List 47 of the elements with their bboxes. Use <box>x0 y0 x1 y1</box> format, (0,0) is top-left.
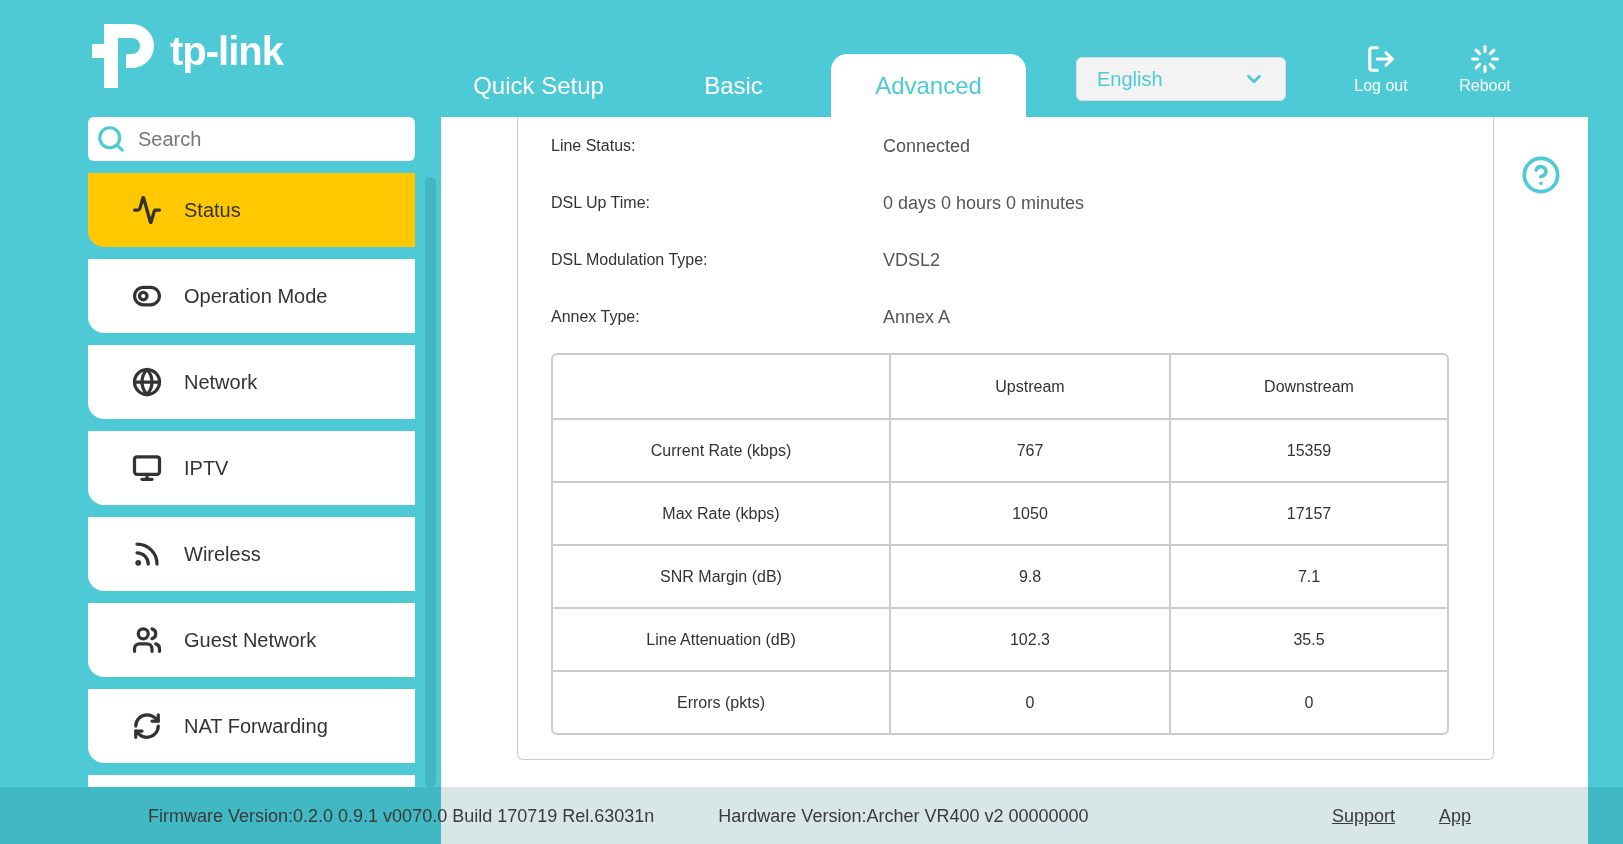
field-value: VDSL2 <box>883 248 941 272</box>
table-cell: 1050 <box>891 481 1171 544</box>
sidebar-item[interactable]: Status <box>88 173 415 247</box>
people-icon <box>132 625 162 655</box>
sidebar-item[interactable]: Operation Mode <box>88 259 415 333</box>
pulse-icon <box>132 195 162 225</box>
help-icon[interactable] <box>1521 155 1561 195</box>
logout-icon <box>1366 44 1396 74</box>
table-cell: 0 <box>891 670 1171 733</box>
row-label: Errors (pkts) <box>553 670 891 733</box>
field-label: Annex Type: <box>551 306 641 327</box>
field-value: Connected <box>883 134 971 158</box>
sidebar-item[interactable]: Wireless <box>88 517 415 591</box>
spinner-icon <box>1470 44 1500 74</box>
brand-name: tp-link <box>170 31 283 71</box>
field-value: Annex A <box>883 305 951 329</box>
footer-link[interactable]: Support <box>1331 801 1395 830</box>
table-cell: 0 <box>1171 670 1447 733</box>
field-label: DSL Modulation Type: <box>551 249 709 270</box>
row-label: Max Rate (kbps) <box>553 481 891 544</box>
table-cell: 767 <box>891 418 1171 481</box>
table-cell: 7.1 <box>1171 544 1447 607</box>
sidebar-item[interactable]: Guest Network <box>88 603 415 677</box>
row-label: SNR Margin (dB) <box>553 544 891 607</box>
sidebar-item[interactable]: NAT Forwarding <box>88 689 415 763</box>
table-cell: 17157 <box>1171 481 1447 544</box>
table-cell: 15359 <box>1171 418 1447 481</box>
table-cell: 35.5 <box>1171 607 1447 670</box>
table-cell: 102.3 <box>891 607 1171 670</box>
sidebar-item[interactable]: Network <box>88 345 415 419</box>
globe-icon <box>132 367 162 397</box>
column-header: Upstream <box>891 355 1171 418</box>
circular-arrows-icon <box>132 711 162 741</box>
search-icon <box>96 124 126 154</box>
footer-link[interactable]: App <box>1438 801 1471 830</box>
field-label: Line Status: <box>551 135 637 156</box>
table-cell: 9.8 <box>891 544 1171 607</box>
hardware-version: Hardware Version:Archer VR400 v2 00000000 <box>718 804 1089 828</box>
search-field[interactable]: Search <box>88 117 415 161</box>
row-label: Current Rate (kbps) <box>553 418 891 481</box>
monitor-icon <box>132 453 162 483</box>
row-label: Line Attenuation (dB) <box>553 607 891 670</box>
signal-icon <box>132 539 162 569</box>
field-label: DSL Up Time: <box>551 192 651 213</box>
field-value: 0 days 0 hours 0 minutes <box>883 191 1085 215</box>
column-header: Downstream <box>1263 376 1355 397</box>
sidebar-item[interactable]: IPTV <box>88 431 415 505</box>
